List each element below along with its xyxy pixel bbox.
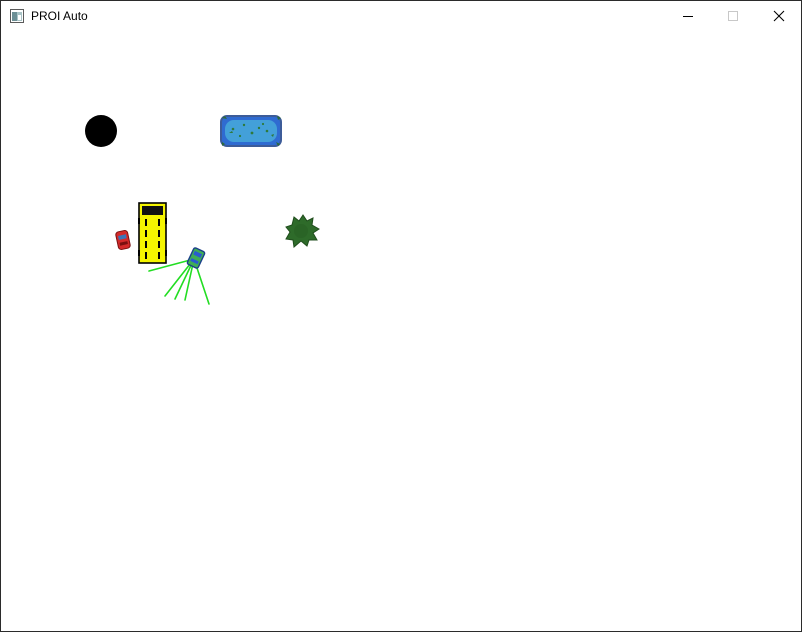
tree	[285, 214, 320, 248]
game-canvas[interactable]	[1, 32, 801, 631]
maximize-icon	[728, 11, 738, 21]
maximize-button[interactable]	[711, 1, 757, 32]
close-button[interactable]	[757, 1, 801, 32]
player-car	[186, 247, 206, 269]
minimize-icon	[683, 16, 693, 17]
bus	[138, 202, 167, 264]
sensor-rays	[148, 258, 210, 305]
black-ball	[85, 115, 117, 147]
red-car	[115, 230, 131, 250]
window-title: PROI Auto	[31, 9, 88, 23]
minimize-button[interactable]	[665, 1, 711, 32]
app-window-icon	[10, 9, 24, 23]
title-bar[interactable]: PROI Auto	[1, 1, 801, 32]
pond	[220, 115, 282, 147]
close-icon	[773, 10, 785, 22]
app-window: PROI Auto	[0, 0, 802, 632]
